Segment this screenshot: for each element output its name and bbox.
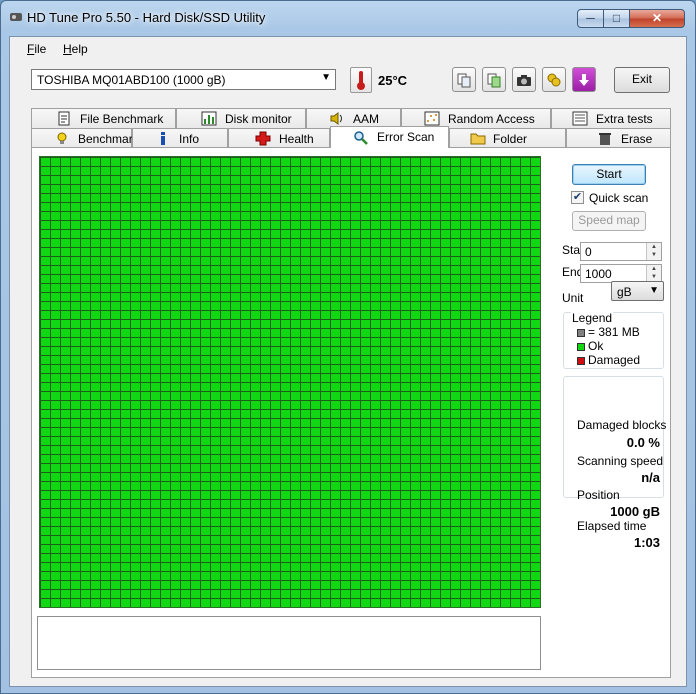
start-button[interactable]: Start [572, 164, 646, 185]
tab-label: Health [279, 132, 314, 146]
scanning-speed-value: n/a [641, 470, 660, 485]
position-label: Position [577, 488, 620, 502]
green-swatch-icon [577, 342, 585, 351]
app-window: HD Tune Pro 5.50 - Hard Disk/SSD Utility… [0, 0, 696, 694]
info-icon [161, 132, 165, 145]
drive-select[interactable]: TOSHIBA MQ01ABD100 (1000 gB) ▼ [31, 69, 336, 90]
unit-label: Unit [562, 291, 584, 305]
tab-error-scan[interactable]: Error Scan [330, 126, 449, 148]
menu-file[interactable]: File [27, 42, 46, 56]
wrench-icon [547, 73, 561, 86]
lightbulb-icon [57, 132, 67, 144]
gray-swatch-icon [577, 328, 585, 337]
elapsed-time-value: 1:03 [633, 535, 660, 550]
save-button[interactable] [572, 67, 596, 92]
exit-button[interactable]: Exit [614, 67, 670, 93]
tab-label: Info [179, 132, 200, 146]
menu-bar: File Help [10, 37, 686, 59]
tab-label: Random Access [448, 112, 535, 126]
tab-label: Erase [621, 132, 653, 146]
legend-item-label: Ok [588, 339, 604, 353]
tab-folder-usage[interactable]: Folder Usage [449, 128, 566, 160]
extra-tests-icon [572, 111, 588, 126]
minimize-button[interactable]: ─ [577, 9, 604, 28]
menu-file-rest: ile [34, 42, 47, 56]
speaker-icon [330, 112, 342, 125]
tab-disk-monitor[interactable]: Disk monitor [176, 108, 306, 128]
camera-icon [517, 74, 531, 86]
start-spinbox[interactable]: 0 ▲ ▼ [580, 242, 662, 261]
legend-item-label: Damaged [588, 353, 641, 367]
tab-info[interactable]: Info [132, 128, 228, 148]
unit-select[interactable]: gB ▼ [611, 281, 664, 301]
hdtune-app-icon [10, 13, 22, 21]
options-button[interactable] [542, 67, 566, 92]
window-title: HD Tune Pro 5.50 - Hard Disk/SSD Utility [27, 10, 266, 25]
legend-title: Legend [571, 311, 614, 325]
menu-help[interactable]: Help [63, 42, 88, 56]
screenshot-button[interactable] [512, 67, 536, 92]
end-value: 1000 [585, 267, 612, 281]
tab-file-benchmark[interactable]: File Benchmark [31, 108, 176, 128]
copy-icon [457, 73, 471, 87]
random-access-icon [424, 111, 440, 126]
legend-item-damaged: Damaged [577, 353, 640, 367]
error-scan-panel: Start ✔ Quick scan Speed map Start 0 ▲ ▼ … [31, 147, 671, 678]
tab-benchmark[interactable]: Benchmark [31, 128, 139, 148]
legend-group: Legend = 381 MB Ok Damaged [563, 311, 664, 369]
copy-screenshot-button[interactable] [482, 67, 506, 92]
title-bar[interactable]: HD Tune Pro 5.50 - Hard Disk/SSD Utility… [1, 1, 695, 35]
folder-icon [470, 133, 486, 145]
drive-select-value: TOSHIBA MQ01ABD100 (1000 gB) [37, 73, 226, 87]
scanning-speed-label: Scanning speed [577, 454, 664, 468]
disk-monitor-icon [201, 111, 217, 126]
health-cross-icon [255, 131, 271, 146]
menu-help-rest: elp [71, 42, 88, 56]
copy-green-icon [487, 73, 501, 87]
copy-info-button[interactable] [452, 67, 476, 92]
chevron-down-icon: ▼ [649, 285, 659, 296]
download-arrow-icon [579, 73, 589, 86]
red-swatch-icon [577, 356, 585, 365]
tab-health[interactable]: Health [228, 128, 330, 148]
maximize-button[interactable]: □ [603, 9, 630, 28]
file-benchmark-icon [58, 111, 70, 126]
legend-item-ok: Ok [577, 339, 603, 353]
client-area: File Help TOSHIBA MQ01ABD100 (1000 gB) ▼… [9, 36, 687, 687]
legend-item-block-size: = 381 MB [577, 325, 640, 339]
damaged-blocks-value: 0.0 % [626, 435, 660, 450]
tab-label: Disk monitor [225, 112, 292, 126]
menu-help-accel: H [63, 42, 72, 56]
spin-arrows-icon[interactable]: ▲ ▼ [646, 243, 661, 260]
quick-scan-checkbox[interactable]: ✔ [571, 191, 584, 204]
magnifier-icon [354, 131, 368, 145]
speed-map-button[interactable]: Speed map [572, 211, 646, 231]
tab-erase[interactable]: Erase [566, 128, 671, 148]
tab-label: Benchmark [78, 132, 139, 146]
temperature-value: 25°C [378, 73, 408, 88]
elapsed-time-label: Elapsed time [577, 519, 647, 533]
tab-aam[interactable]: AAM [306, 108, 401, 128]
log-box [37, 616, 541, 670]
thermometer-icon [350, 67, 372, 93]
trash-icon [599, 133, 611, 145]
unit-value: gB [617, 285, 632, 299]
tab-random-access[interactable]: Random Access [401, 108, 551, 128]
tab-label: Extra tests [596, 112, 653, 126]
damaged-blocks-label: Damaged blocks [577, 418, 667, 432]
quick-scan-label: Quick scan [589, 191, 649, 205]
tab-label: File Benchmark [80, 112, 164, 126]
tab-label: Error Scan [377, 130, 435, 144]
chevron-down-icon: ▼ [321, 72, 331, 83]
close-button[interactable]: ✕ [629, 9, 685, 28]
tab-label: AAM [353, 112, 380, 126]
position-value: 1000 gB [610, 504, 660, 519]
start-value: 0 [585, 245, 592, 259]
spin-arrows-icon[interactable]: ▲ ▼ [646, 265, 661, 282]
block-map [39, 156, 541, 608]
legend-item-label: = 381 MB [588, 325, 640, 339]
tab-extra-tests[interactable]: Extra tests [551, 108, 671, 128]
